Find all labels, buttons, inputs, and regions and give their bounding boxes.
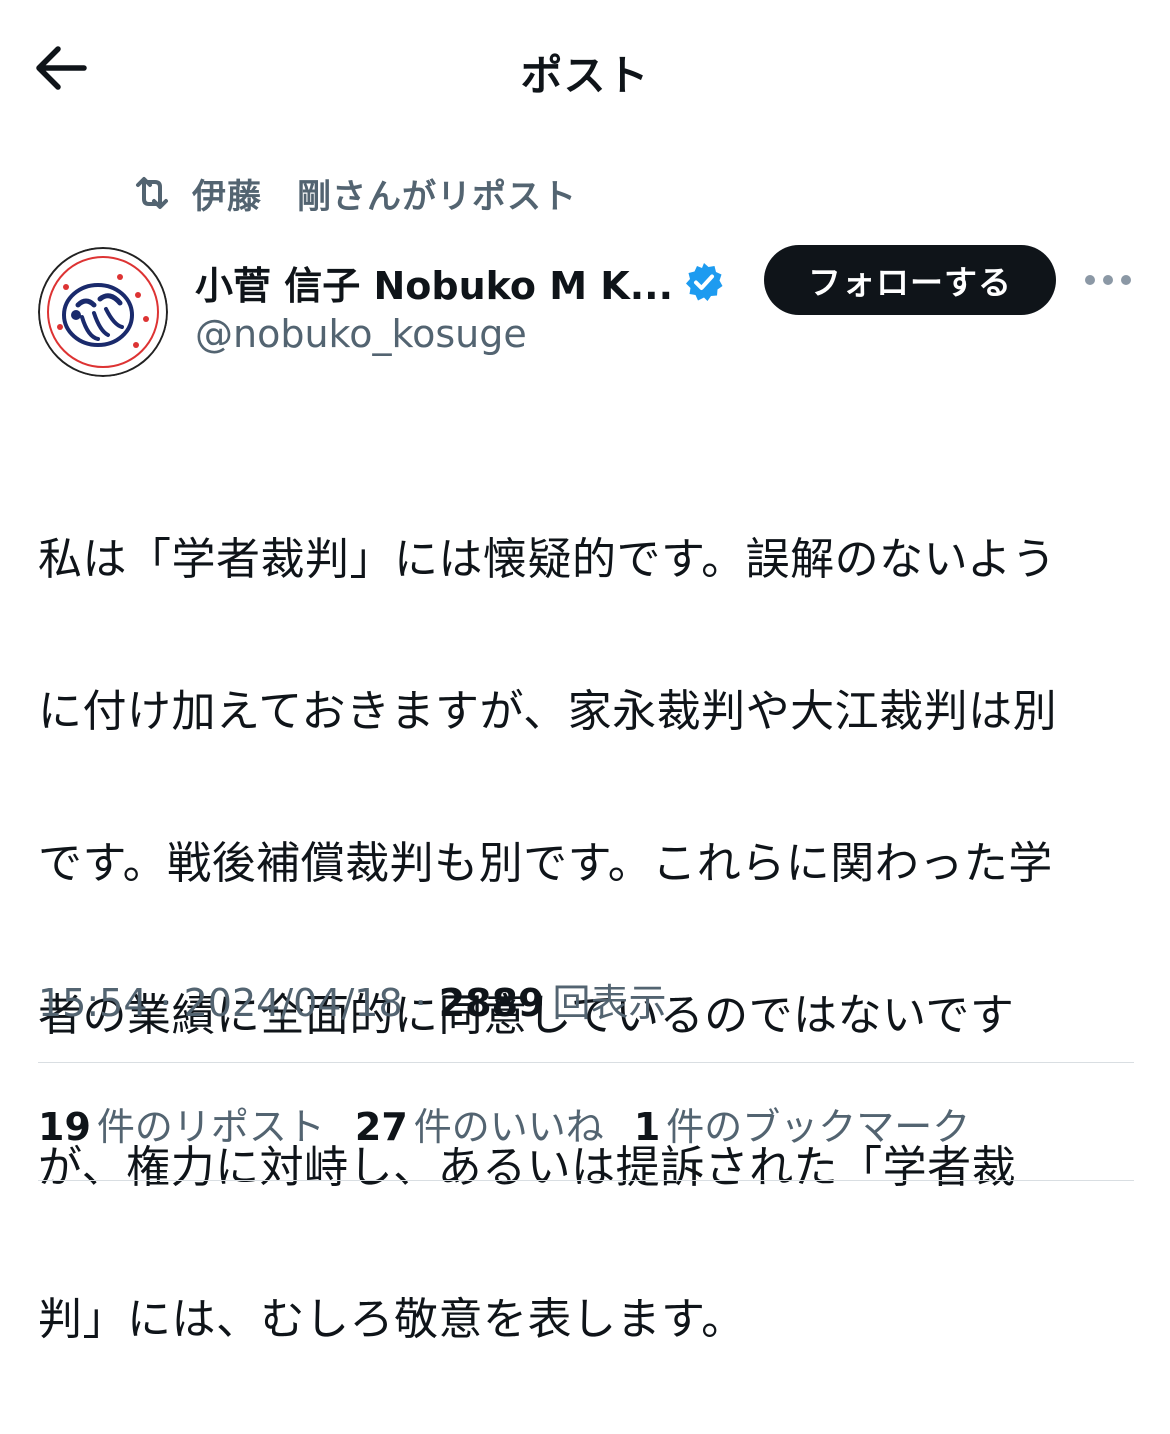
author-handle[interactable]: @nobuko_kosuge xyxy=(195,312,527,356)
page-title: ポスト xyxy=(520,51,650,100)
views-count[interactable]: 2889 xyxy=(439,981,545,1025)
post-line: に付け加えておきますが、家永裁判や大江裁判は別 xyxy=(38,686,1058,737)
post-line: です。戦後補償裁判も別です。これらに関わった学 xyxy=(38,838,1053,889)
likes-stat[interactable]: 27 件のいいね xyxy=(355,1096,604,1151)
avatar[interactable] xyxy=(38,247,168,377)
more-horizontal-icon xyxy=(1085,275,1131,285)
repost-context-text: 伊藤 剛さんがリポスト xyxy=(192,176,577,217)
meta-separator: · xyxy=(159,981,172,1025)
likes-count: 27 xyxy=(354,1105,408,1149)
reposts-label: 件のリポスト xyxy=(96,1105,325,1149)
engagement-stats: 19 件のリポスト 27 件のいいね 1 件のブックマーク xyxy=(38,1096,1000,1151)
top-navigation-bar: ポスト xyxy=(0,0,1170,134)
follow-button[interactable]: フォローする xyxy=(764,245,1056,315)
post-time[interactable]: 15:54 xyxy=(38,981,148,1025)
post-body: 私は「学者裁判」には懐疑的です。誤解のないよう に付け加えておきますが、家永裁判… xyxy=(38,446,1138,1434)
views-label: 回表示 xyxy=(552,981,667,1025)
author-display-name[interactable]: 小菅 信子 Nobuko M K... xyxy=(195,256,725,308)
post-line: 私は「学者裁判」には懐疑的です。誤解のないよう xyxy=(38,534,1057,585)
post-date[interactable]: 2024/04/18 xyxy=(184,981,403,1025)
repost-context[interactable]: 伊藤 剛さんがリポスト xyxy=(128,168,577,218)
verified-badge-icon xyxy=(686,263,723,301)
meta-separator: · xyxy=(414,981,427,1025)
post-meta: 15:54 · 2024/04/18 · 2889 回表示 xyxy=(38,972,667,1027)
reposts-stat[interactable]: 19 件のリポスト xyxy=(38,1096,325,1151)
author-name-text: 小菅 信子 Nobuko M K... xyxy=(195,263,674,308)
repost-icon xyxy=(136,177,168,209)
post-line: 判」には、むしろ敬意を表します。 xyxy=(38,1294,746,1345)
divider xyxy=(38,1180,1134,1181)
bookmarks-stat[interactable]: 1 件のブックマーク xyxy=(634,1096,970,1151)
bookmarks-count: 1 xyxy=(633,1105,661,1149)
avatar-image xyxy=(38,247,168,377)
more-options-button[interactable] xyxy=(1080,262,1136,298)
reposts-count: 19 xyxy=(38,1105,91,1149)
bookmarks-label: 件のブックマーク xyxy=(666,1105,971,1149)
likes-label: 件のいいね xyxy=(413,1105,604,1149)
divider xyxy=(38,1062,1134,1063)
